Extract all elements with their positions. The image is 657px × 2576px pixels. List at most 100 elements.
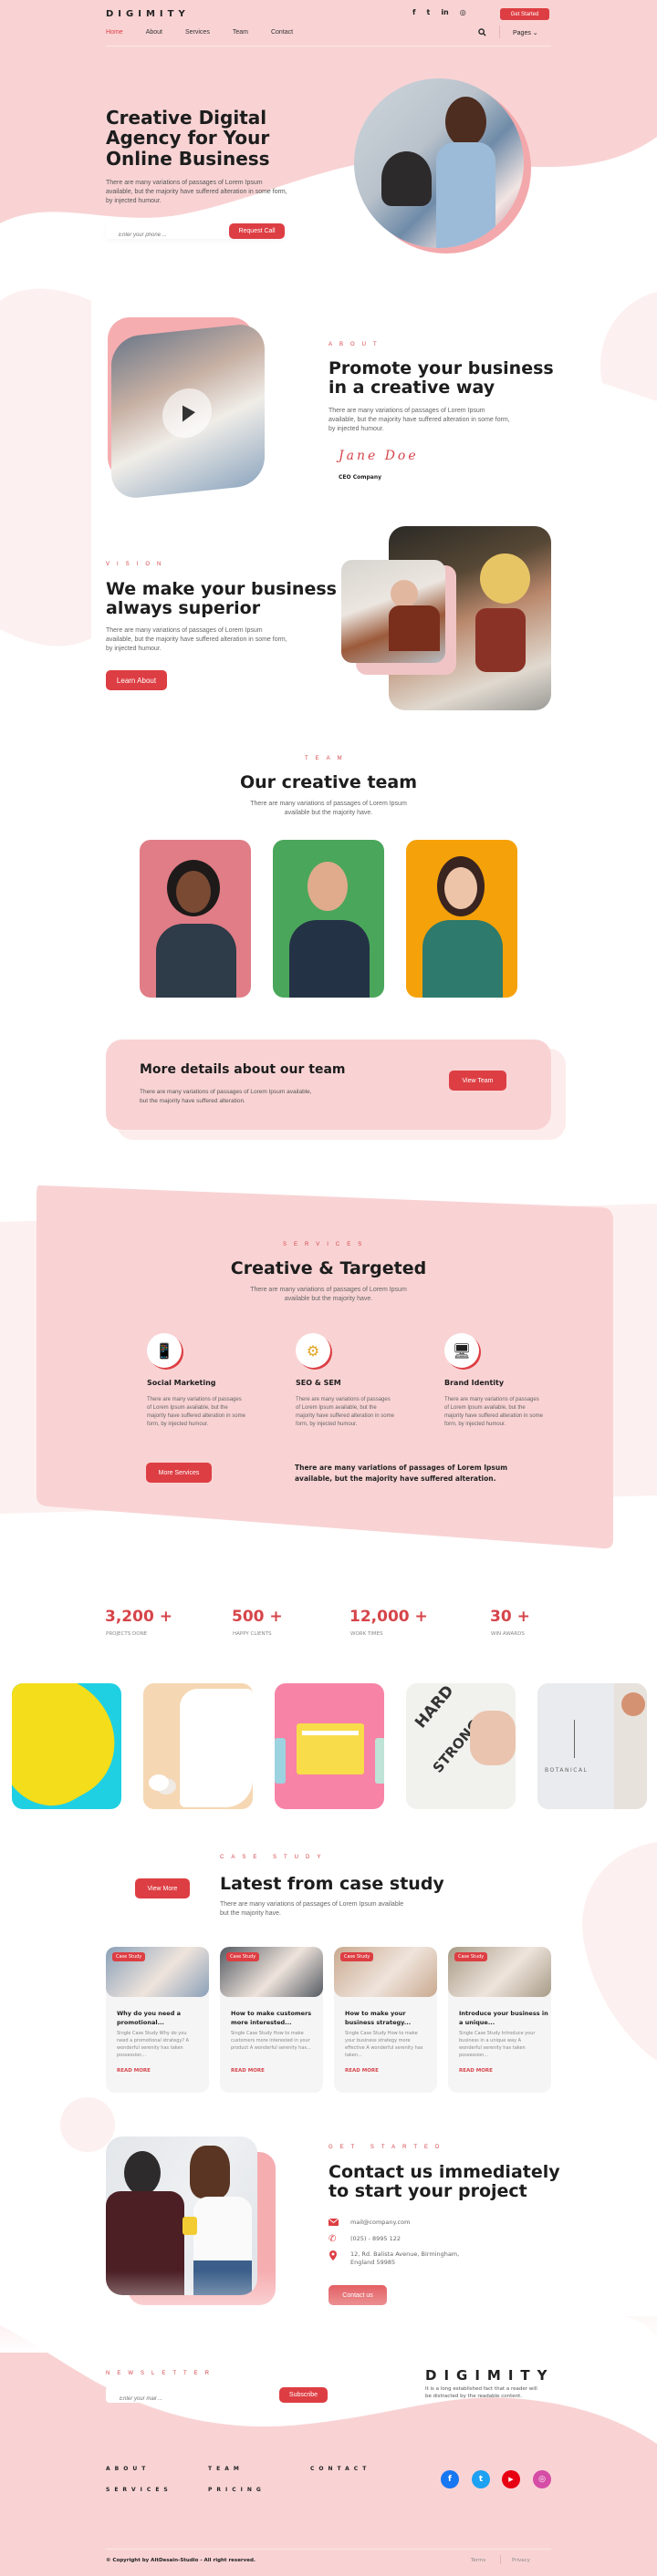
team-member-card[interactable] (273, 840, 384, 998)
brand-logo[interactable]: DIGIMITY (106, 9, 190, 19)
more-services-button[interactable]: More Services (146, 1463, 212, 1483)
case-study-tag[interactable]: Case Study (112, 1952, 146, 1961)
case-study-card[interactable]: Case Study How to make customers more inte… (220, 1947, 323, 2093)
footer-brand: DIGIMITY (425, 2367, 555, 2384)
about-eyebrow: ABOUT (328, 342, 384, 347)
case-study-card-text: Single Case Study How to make your busin… (345, 2031, 423, 2058)
services-text: There are many variations of passages of… (250, 1287, 407, 1302)
case-study-card-text: Single Case Study Why do you need a prom… (117, 2031, 189, 2058)
get-started-button[interactable]: Get Started (500, 8, 549, 20)
service-text: There are many variations of passages of… (296, 1397, 394, 1427)
footer-link-pricing[interactable]: PRICING (208, 2487, 266, 2493)
play-button[interactable] (162, 386, 212, 440)
gallery-image-folder[interactable] (275, 1683, 384, 1809)
search-icon[interactable] (478, 28, 486, 36)
gallery-image-cap[interactable] (12, 1683, 121, 1809)
newsletter-email-input[interactable] (106, 2391, 252, 2407)
facebook-icon[interactable]: f (412, 8, 415, 16)
mail-icon (328, 2219, 339, 2226)
team-cta-title: More details about our team (140, 1062, 346, 1077)
newsletter-eyebrow: NEWSLETTER (106, 2371, 217, 2376)
contact-us-button[interactable]: Contact us (328, 2285, 387, 2305)
terms-link[interactable]: Terms (471, 2558, 485, 2563)
learn-about-button[interactable]: Learn About (106, 670, 167, 690)
brand-identity-icon: 🖥 (444, 1333, 479, 1368)
privacy-link[interactable]: Privacy (512, 2558, 530, 2563)
stat-label: HAPPY CLIENTS (233, 1631, 272, 1637)
signature: Jane Doe (339, 449, 419, 463)
read-more-link[interactable]: READ MORE (231, 2068, 265, 2074)
linkedin-icon[interactable]: in (441, 8, 448, 16)
nav-services[interactable]: Services (185, 29, 210, 36)
about-title: Promote your business in a creative way (328, 358, 554, 398)
hero-image (354, 78, 524, 248)
view-team-button[interactable]: View Team (449, 1071, 506, 1091)
contact-phone[interactable]: (025) - 8995 122 (350, 2235, 401, 2242)
facebook-icon[interactable]: f (441, 2470, 459, 2488)
case-study-card[interactable]: Case Study Introduce your business in a un… (448, 1947, 551, 2093)
cap-shape (12, 1683, 121, 1809)
team-member-card[interactable] (406, 840, 517, 998)
vision-small-person (391, 580, 418, 607)
instagram-icon[interactable]: ◎ (460, 8, 466, 16)
gallery-image-lettering[interactable]: HARD STRONG (406, 1683, 516, 1809)
vision-title: We make your business always superior (106, 579, 337, 619)
case-study-tag[interactable]: Case Study (454, 1952, 488, 1961)
case-study-card-title: How to make your business strategy... (345, 2010, 412, 2026)
vision-text: There are many variations of passages of… (106, 627, 287, 652)
read-more-link[interactable]: READ MORE (117, 2068, 151, 2074)
stat-value: 500 + (232, 1608, 283, 1626)
header-divider (106, 46, 551, 47)
subscribe-button[interactable]: Subscribe (279, 2387, 328, 2403)
vision-person-b (475, 608, 526, 672)
hero-person-2 (445, 97, 486, 147)
botanical-branch (574, 1720, 575, 1758)
youtube-icon[interactable]: ▶ (502, 2470, 520, 2488)
read-more-link[interactable]: READ MORE (459, 2068, 493, 2074)
hero-background-shape (0, 0, 657, 647)
case-study-tag[interactable]: Case Study (226, 1952, 260, 1961)
footer-background (0, 2316, 657, 2576)
case-study-card[interactable]: Case Study How to make your business strat… (334, 1947, 437, 2093)
service-title: Social Marketing (147, 1379, 216, 1387)
service-text: There are many variations of passages of… (147, 1397, 245, 1427)
case-study-eyebrow: CASE STUDY (220, 1855, 328, 1860)
team-member-card[interactable] (140, 840, 251, 998)
request-call-button[interactable]: Request Call (229, 223, 285, 239)
case-study-tag[interactable]: Case Study (340, 1952, 374, 1961)
copyright: © Copyright by AltDesain-Studio - All ri… (106, 2558, 256, 2563)
nav-contact[interactable]: Contact (271, 29, 293, 36)
pages-dropdown[interactable]: Pages ⌄ (513, 29, 538, 36)
gallery-image-onesie[interactable] (143, 1683, 253, 1809)
nav-team[interactable]: Team (233, 29, 248, 36)
botanical-card (537, 1683, 614, 1809)
folder-paper (302, 1731, 359, 1735)
case-study-card-title: Why do you need a promotional... (117, 2010, 182, 2026)
team-member-face (176, 871, 211, 913)
stat-label: WORK TIMES (350, 1631, 383, 1637)
phone-input[interactable] (106, 227, 215, 243)
case-study-card-title: Introduce your business in a unique... (459, 2010, 548, 2026)
stat-label: WIN AWARDS (491, 1631, 525, 1637)
hero-person-2-shirt (436, 142, 495, 248)
view-more-button[interactable]: View More (135, 1878, 190, 1898)
gallery-image-botanical[interactable]: BOTANICAL (537, 1683, 647, 1809)
contact-email[interactable]: mail@company.com (350, 2219, 410, 2226)
twitter-icon[interactable]: t (426, 8, 430, 16)
instagram-icon[interactable]: ◎ (533, 2470, 551, 2488)
case-study-card[interactable]: Case Study Why do you need a promotional..… (106, 1947, 209, 2093)
read-more-link[interactable]: READ MORE (345, 2068, 379, 2074)
contact-eyebrow: GET STARTED (328, 2145, 447, 2150)
hero-text: There are many variations of passages of… (106, 180, 287, 204)
nav-home[interactable]: Home (106, 29, 123, 36)
case-study-card-title: How to make customers more interested... (231, 2010, 312, 2026)
team-text: There are many variations of passages of… (250, 801, 407, 816)
footer-link-about[interactable]: ABOUT (106, 2466, 150, 2472)
footer-link-contact[interactable]: CONTACT (310, 2466, 370, 2472)
nav-about[interactable]: About (146, 29, 162, 36)
footer-link-services[interactable]: SERVICES (106, 2487, 172, 2493)
twitter-icon[interactable]: t (472, 2470, 490, 2488)
location-pin-icon (329, 2250, 337, 2260)
footer-link-team[interactable]: TEAM (208, 2466, 244, 2472)
team-cta-text: There are many variations of passages of… (140, 1089, 312, 1104)
